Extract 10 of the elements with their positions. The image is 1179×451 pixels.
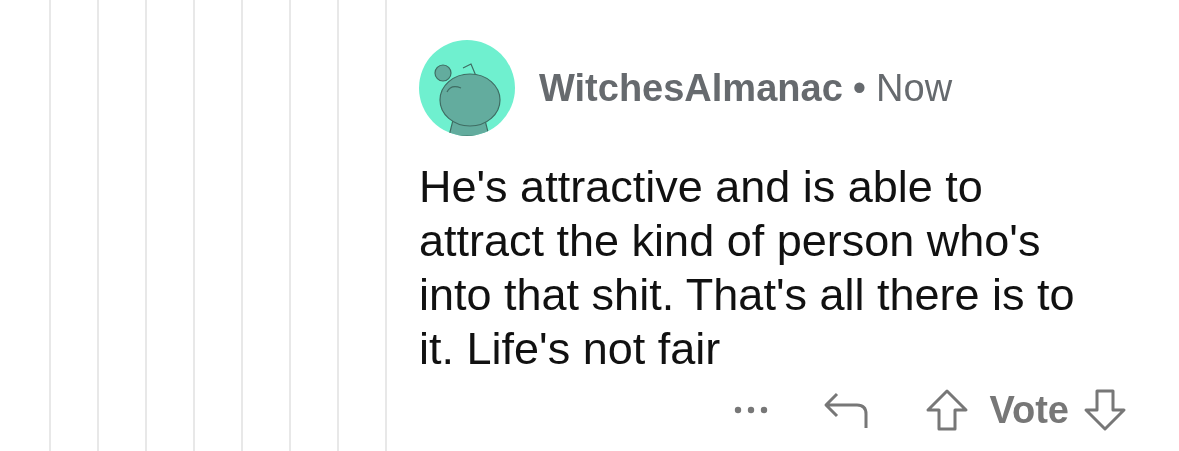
avatar-icon[interactable] bbox=[419, 40, 515, 136]
username[interactable]: WitchesAlmanac bbox=[539, 66, 843, 110]
timestamp: Now bbox=[876, 66, 953, 110]
reply-icon[interactable] bbox=[823, 390, 870, 430]
more-icon[interactable] bbox=[733, 405, 770, 415]
separator-dot: • bbox=[852, 66, 867, 110]
vote-count: Vote bbox=[989, 388, 1069, 432]
upvote-icon[interactable] bbox=[925, 388, 970, 432]
comment-text: He's attractive and is able to attract the kind of person who's into that shit. That's all there is to it. Life's not fair bbox=[419, 160, 1076, 376]
downvote-icon[interactable] bbox=[1083, 388, 1127, 432]
